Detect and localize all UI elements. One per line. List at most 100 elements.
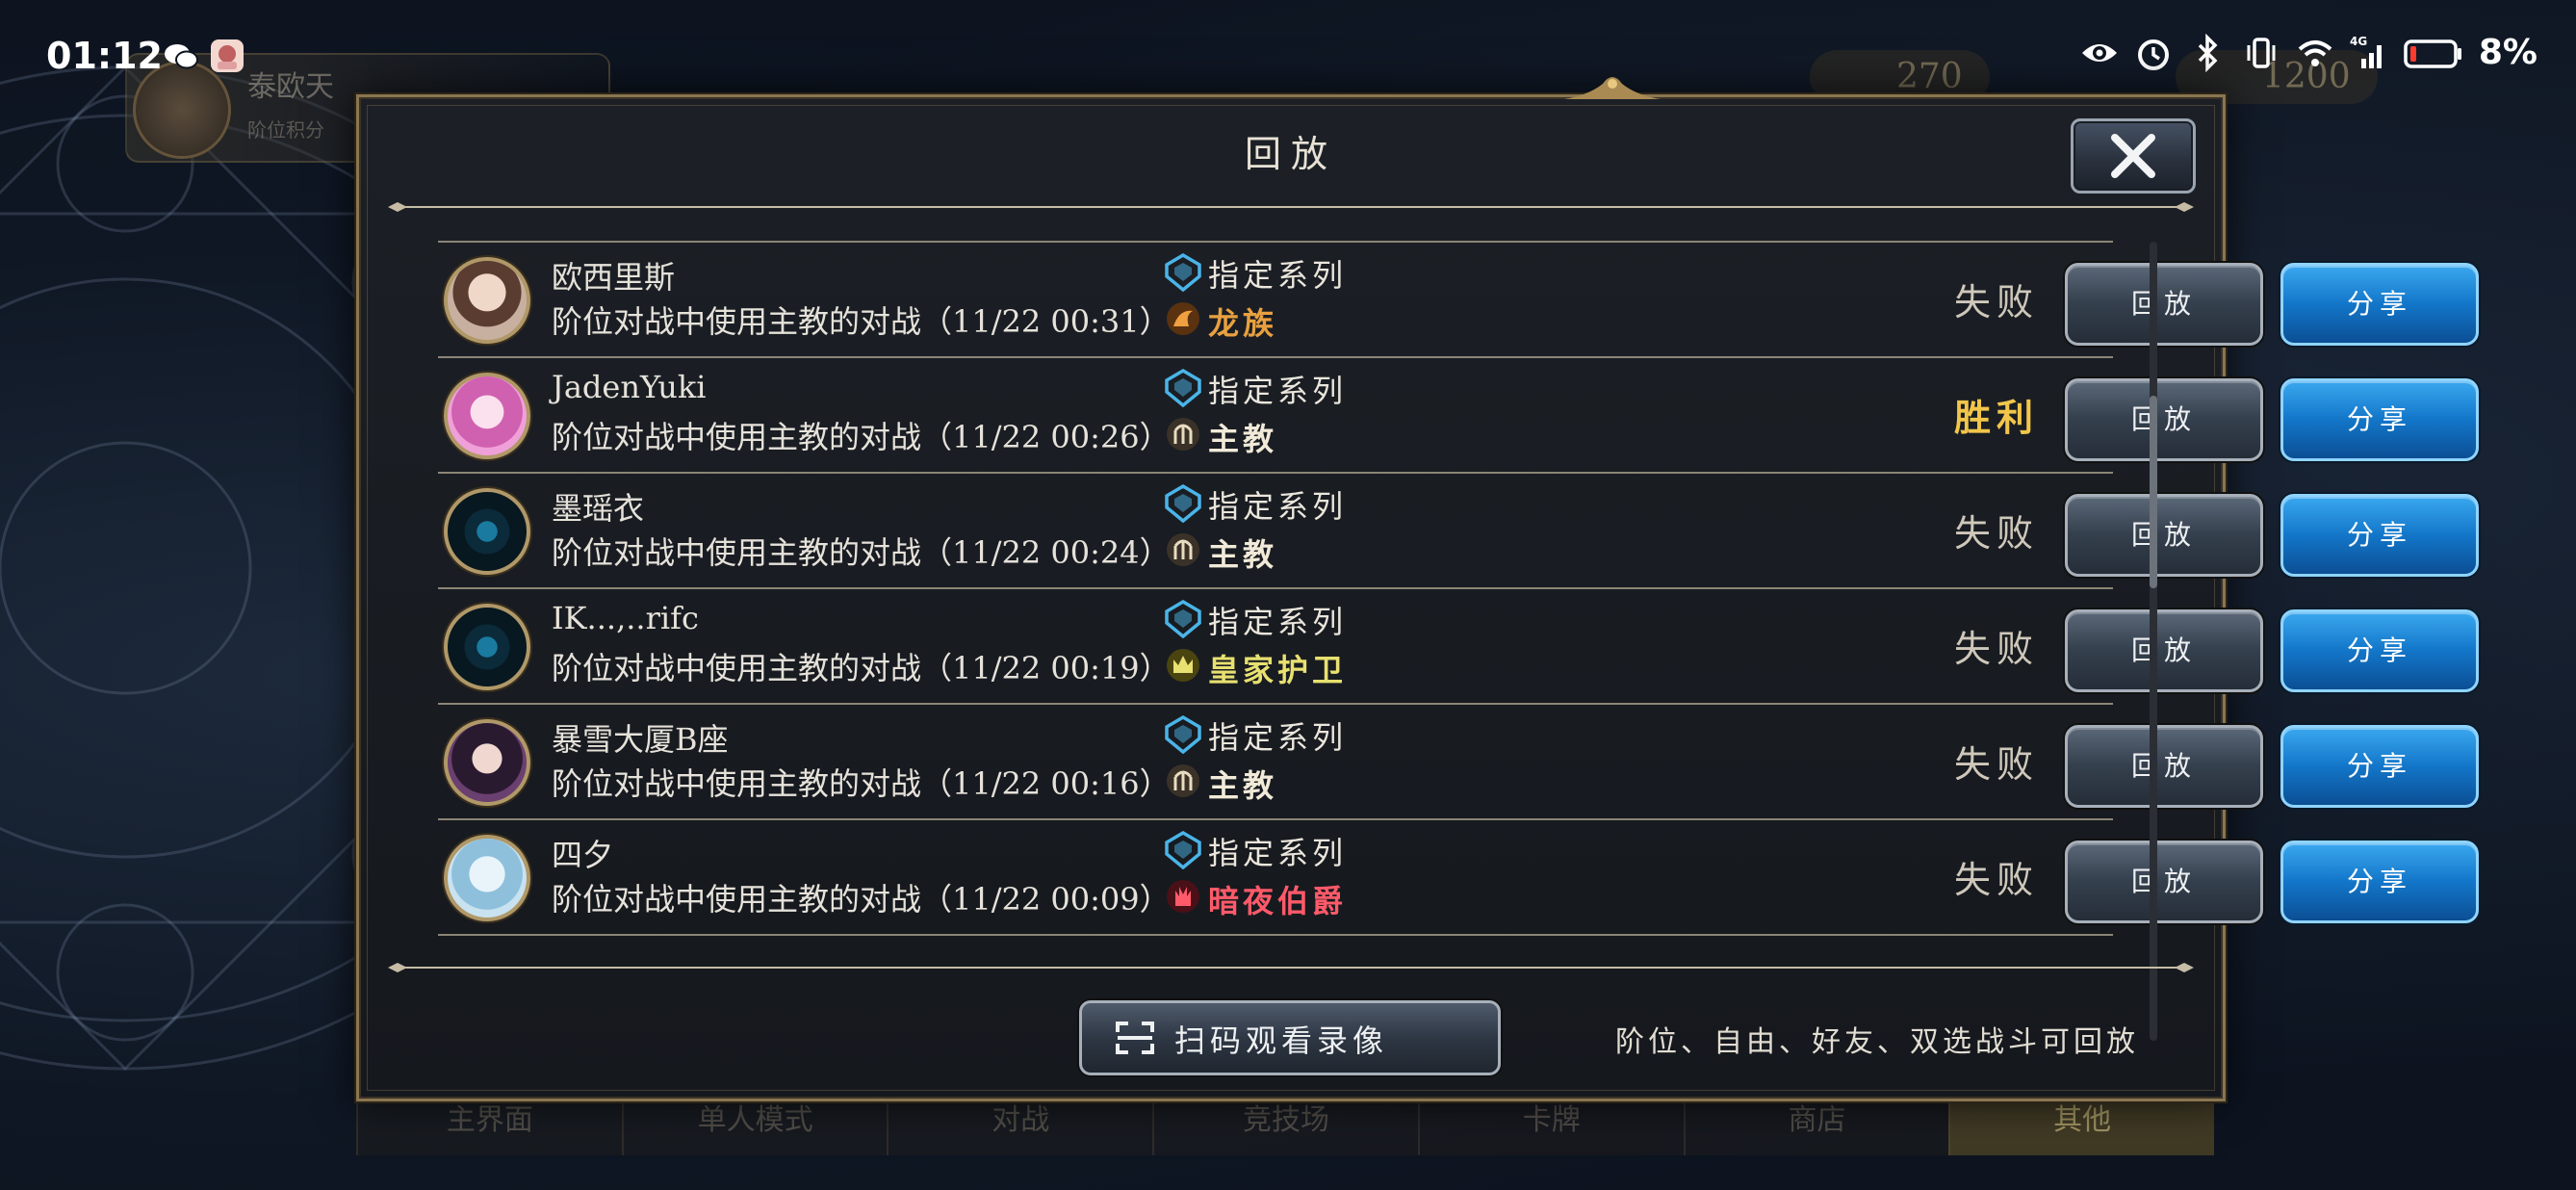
- match-result: 失败: [1954, 743, 2040, 786]
- replay-row: 四夕 阶位对战中使用主教的对战（11/22 00:09） 指定系列 暗夜伯爵 失…: [438, 818, 2479, 935]
- signal-icon: 4G: [2350, 35, 2382, 68]
- game-app-icon: [211, 39, 244, 72]
- replay-dialog: 回放 欧西里斯 阶位对战中使用主教的对战（11/22 00:31） 指定系列 龙…: [356, 77, 2479, 1101]
- opponent-avatar: [444, 719, 530, 806]
- format-shield-icon: [1165, 484, 1201, 523]
- scan-button-label: 扫码观看录像: [1174, 1022, 1389, 1059]
- close-icon: [2111, 134, 2155, 178]
- format-label: 指定系列: [1208, 257, 1348, 294]
- vibrate-icon: [2247, 37, 2276, 68]
- replay-row: 暴雪大厦B座 阶位对战中使用主教的对战（11/22 00:16） 指定系列 主教…: [438, 703, 2479, 819]
- replay-button[interactable]: 回放: [2065, 263, 2263, 346]
- match-result: 失败: [1954, 281, 2040, 323]
- opponent-avatar: [444, 488, 530, 575]
- row-divider: [438, 934, 2113, 936]
- match-result: 失败: [1954, 628, 2040, 670]
- match-description: 阶位对战中使用主教的对战（11/22 00:19）: [552, 650, 1171, 686]
- share-button[interactable]: 分享: [2280, 263, 2479, 346]
- bishop-class-icon: [1167, 418, 1199, 451]
- opponent-avatar: [444, 604, 530, 690]
- format-shield-icon: [1165, 369, 1201, 407]
- battery-percent: 8%: [2478, 33, 2537, 72]
- wechat-icon: [165, 44, 198, 69]
- share-button[interactable]: 分享: [2280, 841, 2479, 923]
- replay-footnote: 阶位、自由、好友、双选战斗可回放: [1615, 1025, 2139, 1059]
- eye-icon: [2081, 43, 2117, 62]
- row-divider: [438, 241, 2113, 243]
- scan-qr-button[interactable]: 扫码观看录像: [1079, 1000, 1501, 1075]
- class-label: 皇家护卫: [1208, 652, 1348, 688]
- battery-icon: [2404, 39, 2461, 68]
- background-player-subtitle: 阶位积分: [247, 118, 324, 142]
- row-divider: [438, 472, 2113, 474]
- bishop-class-icon: [1167, 533, 1199, 566]
- alarm-icon: [2137, 39, 2169, 70]
- wifi-icon: [2298, 39, 2332, 66]
- opponent-name: 墨瑶衣: [552, 490, 645, 527]
- close-button[interactable]: [2071, 118, 2196, 194]
- replay-button[interactable]: 回放: [2065, 494, 2263, 577]
- replay-button[interactable]: 回放: [2065, 841, 2263, 923]
- opponent-avatar: [444, 835, 530, 921]
- row-divider: [438, 356, 2113, 358]
- replay-row: 欧西里斯 阶位对战中使用主教的对战（11/22 00:31） 指定系列 龙族 失…: [438, 241, 2479, 357]
- replay-row: JadenYuki 阶位对战中使用主教的对战（11/22 00:26） 指定系列…: [438, 356, 2479, 473]
- match-description: 阶位对战中使用主教的对战（11/22 00:09）: [552, 881, 1171, 918]
- share-button[interactable]: 分享: [2280, 494, 2479, 577]
- class-label: 龙族: [1208, 305, 1278, 342]
- format-label: 指定系列: [1208, 604, 1348, 640]
- top-ornament-decoration: [1564, 77, 1661, 99]
- match-description: 阶位对战中使用主教的对战（11/22 00:31）: [552, 303, 1171, 340]
- format-shield-icon: [1165, 600, 1201, 638]
- class-label: 主教: [1208, 767, 1278, 804]
- format-label: 指定系列: [1208, 719, 1348, 756]
- match-result: 失败: [1954, 859, 2040, 901]
- opponent-name: 四夕: [552, 837, 614, 873]
- opponent-name: 暴雪大厦B座: [552, 721, 729, 758]
- bishop-class-icon: [1167, 764, 1199, 797]
- replay-button[interactable]: 回放: [2065, 725, 2263, 808]
- replay-list[interactable]: 欧西里斯 阶位对战中使用主教的对战（11/22 00:31） 指定系列 龙族 失…: [438, 241, 2479, 1050]
- scrollbar-thumb[interactable]: [2150, 396, 2157, 588]
- opponent-avatar: [444, 257, 530, 344]
- format-shield-icon: [1165, 253, 1201, 292]
- class-label: 暗夜伯爵: [1208, 883, 1348, 919]
- replay-button[interactable]: 回放: [2065, 378, 2263, 461]
- format-label: 指定系列: [1208, 488, 1348, 525]
- top-divider: [388, 202, 2194, 212]
- class-label: 主教: [1208, 536, 1278, 573]
- row-divider: [438, 818, 2113, 820]
- opponent-name: 欧西里斯: [552, 259, 676, 296]
- bottom-divider: [388, 963, 2194, 972]
- match-description: 阶位对战中使用主教的对战（11/22 00:16）: [552, 765, 1171, 802]
- replay-button[interactable]: 回放: [2065, 609, 2263, 692]
- dragon-class-icon: [1167, 302, 1199, 335]
- status-time: 01:12: [46, 35, 163, 77]
- format-label: 指定系列: [1208, 835, 1348, 871]
- opponent-avatar: [444, 373, 530, 459]
- match-description: 阶位对战中使用主教的对战（11/22 00:24）: [552, 534, 1171, 571]
- nightcraft-class-icon: [1167, 880, 1199, 913]
- bluetooth-icon: [2198, 33, 2218, 72]
- format-shield-icon: [1165, 831, 1201, 869]
- network-type: 4G: [2350, 35, 2367, 48]
- format-label: 指定系列: [1208, 373, 1348, 409]
- royal-guard-class-icon: [1167, 649, 1199, 682]
- class-label: 主教: [1208, 421, 1278, 457]
- dialog-title: 回放: [1244, 133, 1337, 175]
- list-scrollbar[interactable]: [2150, 242, 2157, 1041]
- match-result: 失败: [1954, 512, 2040, 555]
- share-button[interactable]: 分享: [2280, 378, 2479, 461]
- opponent-name: JadenYuki: [552, 369, 707, 405]
- scan-icon: [1116, 1022, 1154, 1054]
- match-result: 胜利: [1954, 396, 2040, 439]
- format-shield-icon: [1165, 715, 1201, 754]
- match-description: 阶位对战中使用主教的对战（11/22 00:26）: [552, 419, 1171, 455]
- share-button[interactable]: 分享: [2280, 609, 2479, 692]
- opponent-name: IK...,..rifc: [552, 600, 699, 636]
- row-divider: [438, 703, 2113, 705]
- replay-row: 墨瑶衣 阶位对战中使用主教的对战（11/22 00:24） 指定系列 主教 失败…: [438, 472, 2479, 588]
- share-button[interactable]: 分享: [2280, 725, 2479, 808]
- replay-row: IK...,..rifc 阶位对战中使用主教的对战（11/22 00:19） 指…: [438, 587, 2479, 704]
- row-divider: [438, 587, 2113, 589]
